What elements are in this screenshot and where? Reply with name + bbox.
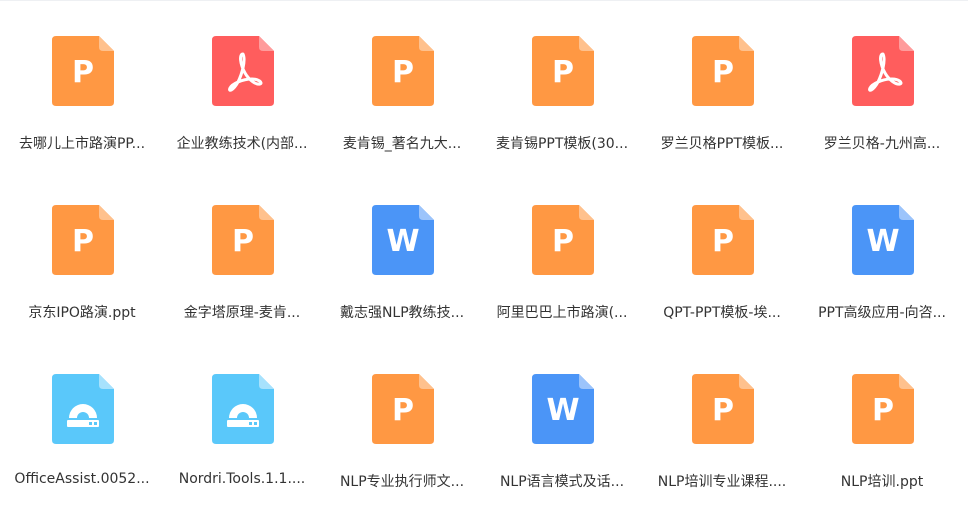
installer-file-icon [52, 374, 114, 444]
file-item[interactable]: P NLP培训.ppt [802, 374, 962, 524]
file-name: 去哪儿上市路演PP... [18, 136, 146, 152]
ppt-file-icon: P [52, 36, 114, 106]
file-name: 金字塔原理-麦肯... [183, 305, 301, 321]
pdf-file-icon [212, 36, 274, 106]
file-item[interactable]: W NLP语言模式及话... [482, 374, 642, 524]
file-name: PPT高级应用-向咨... [818, 305, 946, 321]
svg-text:W: W [546, 393, 579, 428]
file-item[interactable]: P 京东IPO路演.ppt [2, 205, 162, 355]
svg-text:P: P [552, 224, 574, 259]
word-file-icon: W [532, 374, 594, 444]
ppt-file-icon: P [532, 205, 594, 275]
file-item[interactable]: P 罗兰贝格PPT模板... [642, 36, 802, 186]
file-name: 罗兰贝格PPT模板... [660, 136, 784, 152]
ppt-file-icon: P [692, 205, 754, 275]
file-item[interactable]: W 戴志强NLP教练技... [322, 205, 482, 355]
ppt-file-icon: P [212, 205, 274, 275]
word-file-icon: W [372, 205, 434, 275]
file-name: 京东IPO路演.ppt [28, 305, 136, 321]
svg-text:P: P [712, 224, 734, 259]
svg-text:W: W [386, 224, 419, 259]
pdf-file-icon [852, 36, 914, 106]
file-name: Nordri.Tools.1.1.... [178, 471, 306, 487]
ppt-file-icon: P [852, 374, 914, 444]
ppt-file-icon: P [52, 205, 114, 275]
ppt-file-icon: P [692, 36, 754, 106]
file-name: NLP语言模式及话... [499, 474, 625, 490]
file-item[interactable]: P 金字塔原理-麦肯... [162, 205, 322, 355]
file-grid: P 去哪儿上市路演PP... 企业教练技术(内部... P 麦肯锡_著名九大... P 麦肯… [0, 0, 968, 532]
ppt-file-icon: P [692, 374, 754, 444]
word-file-icon: W [852, 205, 914, 275]
file-item[interactable]: 罗兰贝格-九州高... [802, 36, 962, 186]
ppt-file-icon: P [372, 374, 434, 444]
svg-text:P: P [392, 393, 414, 428]
file-name: NLP专业执行师文... [339, 474, 465, 490]
svg-text:P: P [72, 55, 94, 90]
file-name: OfficeAssist.0052... [14, 471, 150, 487]
svg-text:P: P [392, 55, 414, 90]
installer-file-icon [212, 374, 274, 444]
file-item[interactable]: P QPT-PPT模板-埃... [642, 205, 802, 355]
file-item[interactable]: P NLP专业执行师文... [322, 374, 482, 524]
svg-text:W: W [866, 224, 899, 259]
svg-text:P: P [232, 224, 254, 259]
file-name: QPT-PPT模板-埃... [663, 305, 781, 321]
file-name: 罗兰贝格-九州高... [823, 136, 941, 152]
file-item[interactable]: OfficeAssist.0052... [2, 374, 162, 524]
svg-text:P: P [552, 55, 574, 90]
file-name: 麦肯锡_著名九大... [342, 136, 462, 152]
ppt-file-icon: P [372, 36, 434, 106]
file-name: 企业教练技术(内部... [176, 136, 308, 152]
svg-text:P: P [72, 224, 94, 259]
file-name: NLP培训专业课程.... [657, 474, 787, 490]
file-item[interactable]: P 麦肯锡PPT模板(30... [482, 36, 642, 186]
svg-text:P: P [712, 55, 734, 90]
ppt-file-icon: P [532, 36, 594, 106]
file-item[interactable]: P 阿里巴巴上市路演(... [482, 205, 642, 355]
file-name: 麦肯锡PPT模板(30... [495, 136, 629, 152]
file-name: NLP培训.ppt [840, 474, 924, 490]
svg-text:P: P [872, 393, 894, 428]
file-item[interactable]: P 麦肯锡_著名九大... [322, 36, 482, 186]
file-item[interactable]: P NLP培训专业课程.... [642, 374, 802, 524]
file-name: 戴志强NLP教练技... [339, 305, 465, 321]
svg-text:P: P [712, 393, 734, 428]
file-item[interactable]: W PPT高级应用-向咨... [802, 205, 962, 355]
file-item[interactable]: 企业教练技术(内部... [162, 36, 322, 186]
file-name: 阿里巴巴上市路演(... [496, 305, 628, 321]
file-item[interactable]: Nordri.Tools.1.1.... [162, 374, 322, 524]
file-item[interactable]: P 去哪儿上市路演PP... [2, 36, 162, 186]
